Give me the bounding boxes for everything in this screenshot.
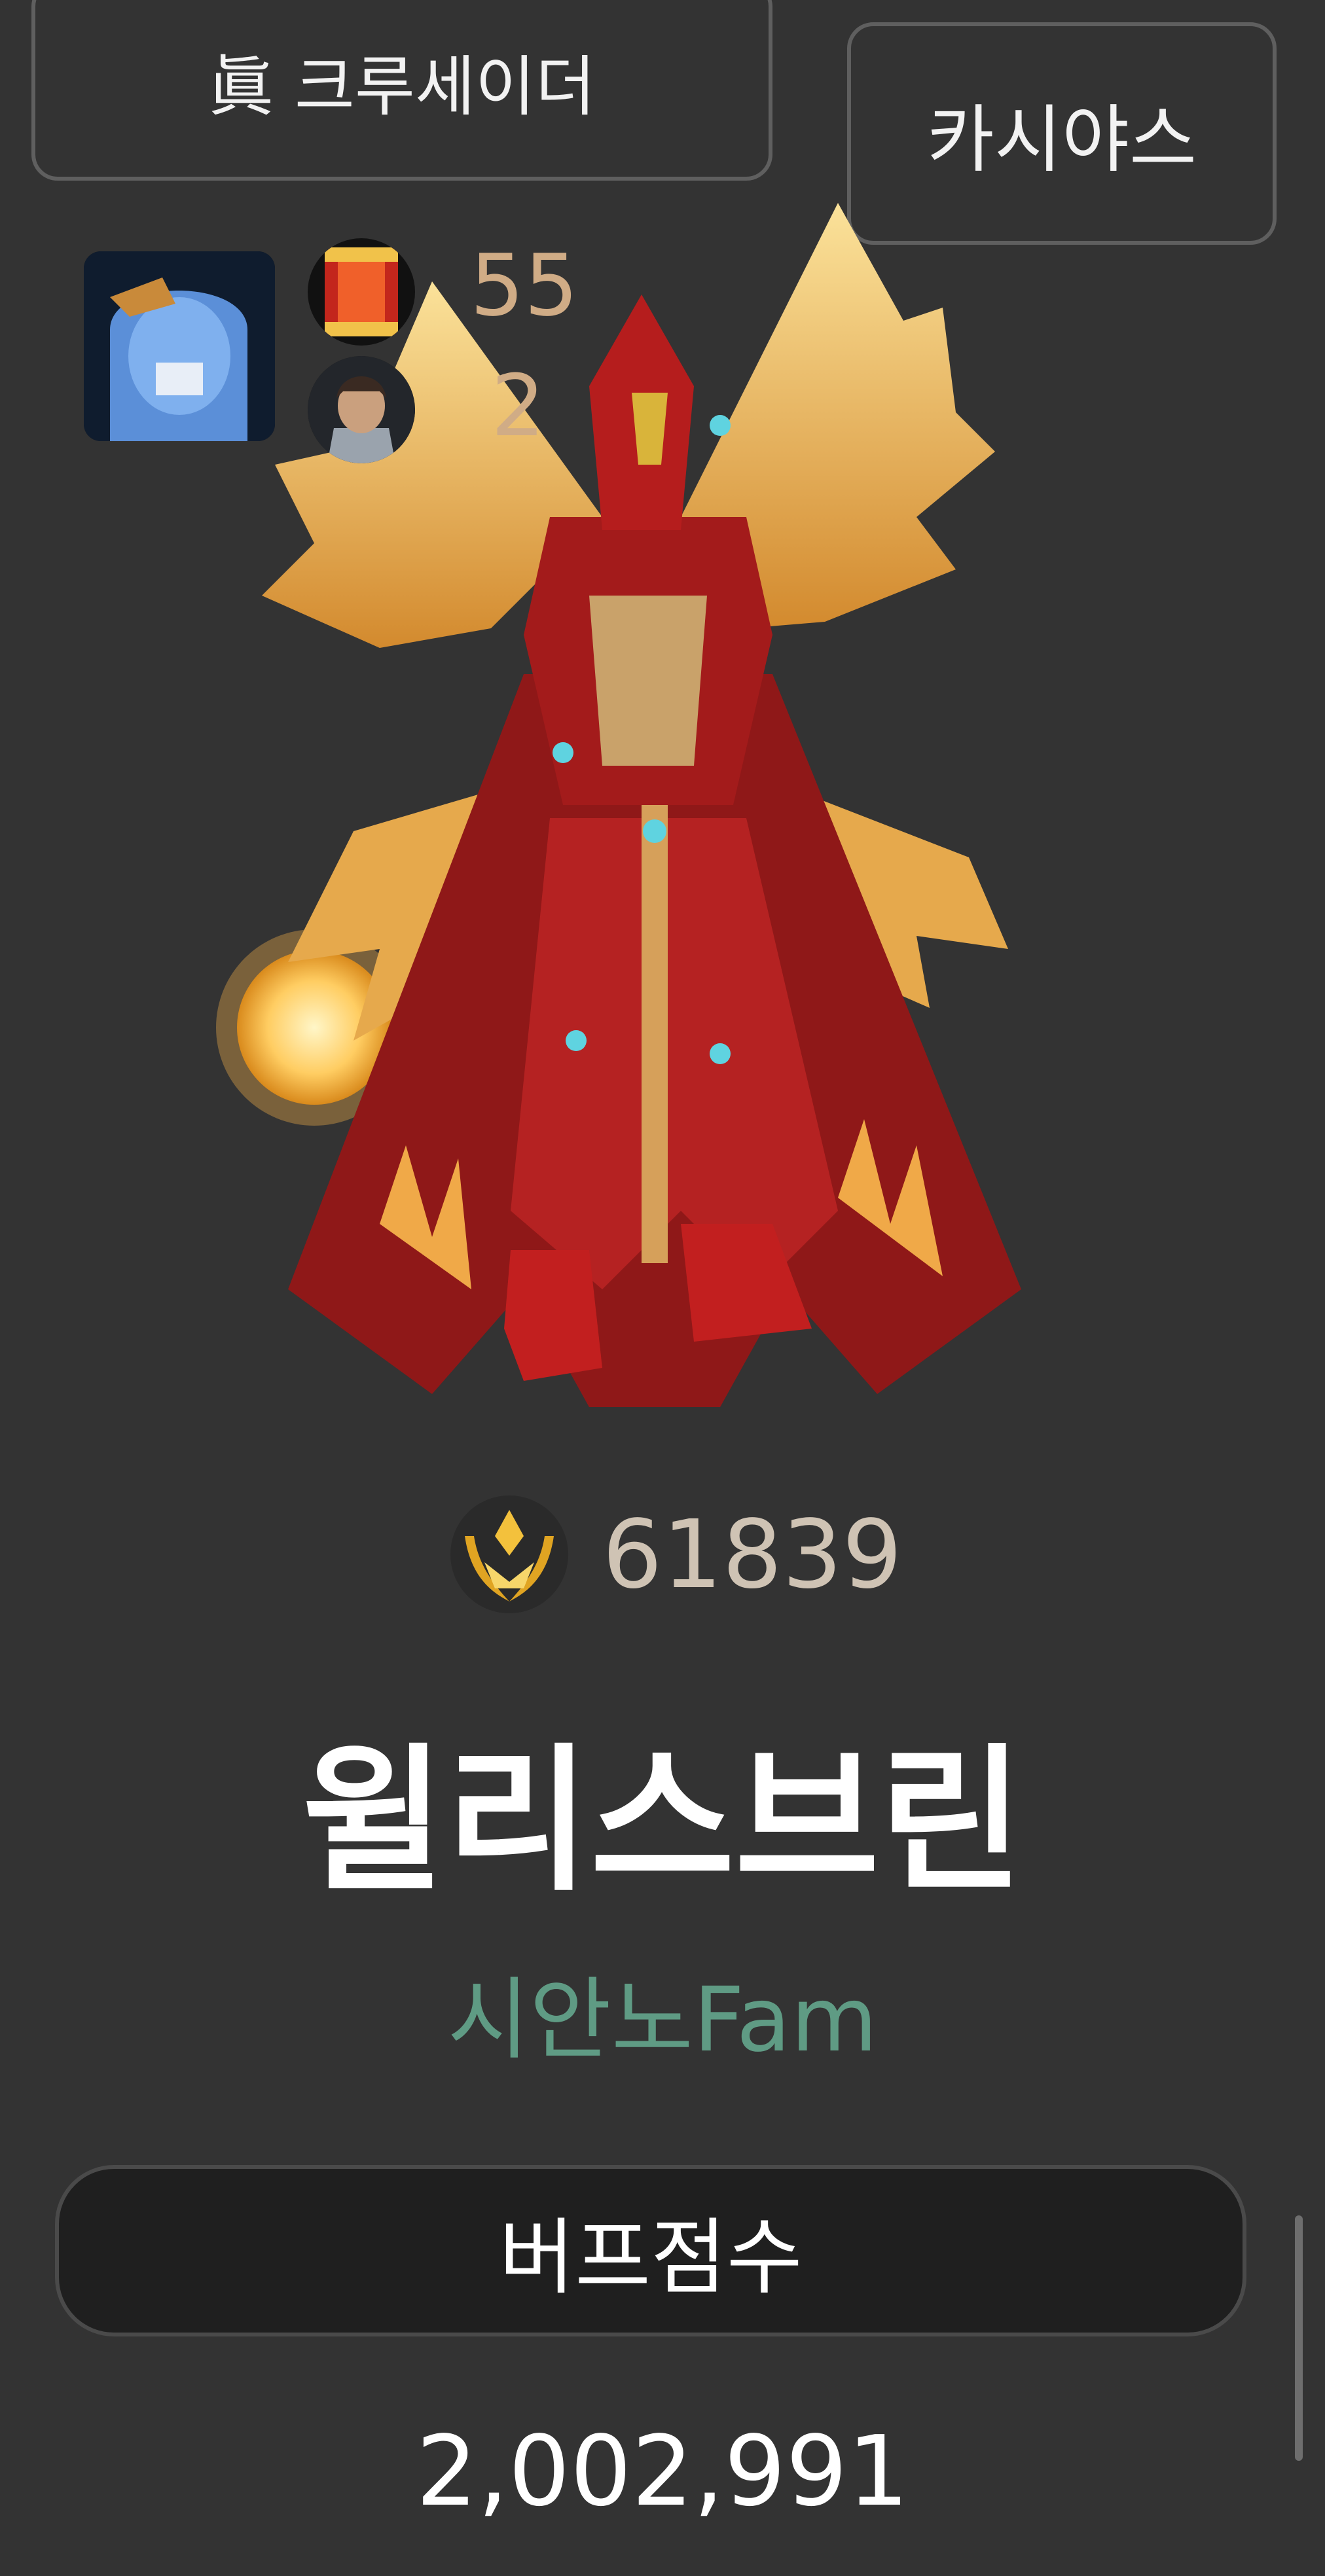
character-illustration [183,177,1074,1420]
guild-name[interactable]: 시안노Fam [0,1948,1325,2077]
medal-count: 55 [470,236,579,335]
character-name: 윌리스브린 [301,1729,1024,1912]
fame-laurel-icon [450,1495,568,1613]
buff-score-value: 2,002,991 [416,2415,909,2528]
character-thumb-icon [308,356,415,463]
scrollbar-thumb[interactable] [1295,2215,1303,2461]
medal-icon [308,238,415,346]
fame-value: 61839 [602,1499,903,1609]
adventurer-avatar [84,251,275,441]
job-selector-button[interactable]: 眞 크루세이더 [31,0,772,181]
character-count: 2 [491,356,545,456]
fame-row: 61839 [445,1495,903,1613]
buff-score-button[interactable]: 버프점수 [55,2165,1246,2336]
